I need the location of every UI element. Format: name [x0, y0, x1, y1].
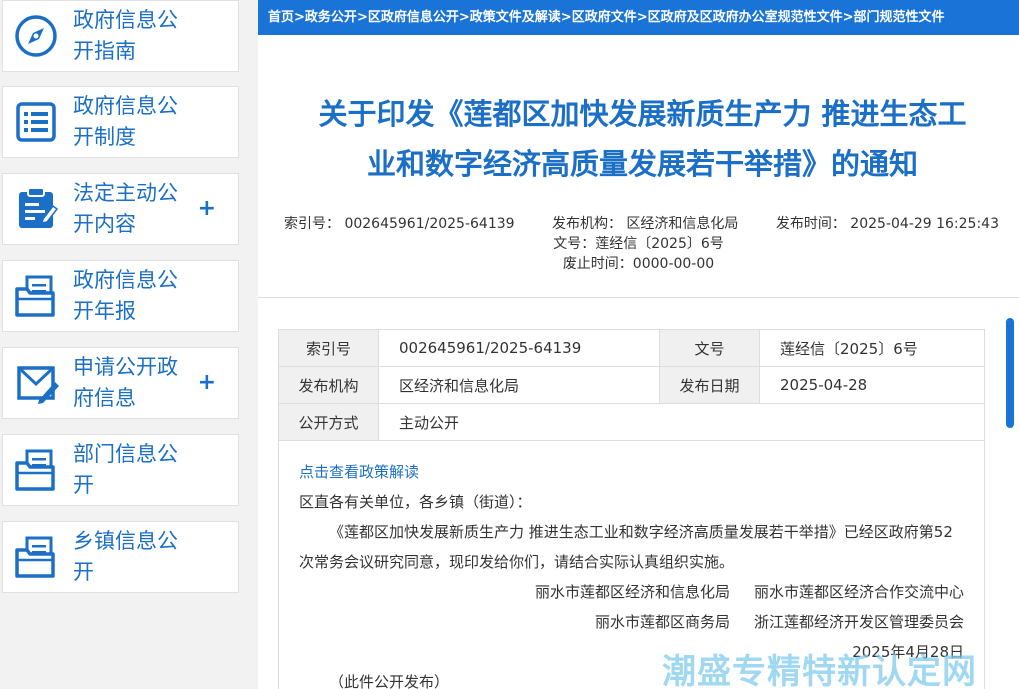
body-paragraph: 《莲都区加快发展新质生产力 推进生态工业和数字经济高质量发展若干举措》已经区政府… [299, 523, 953, 571]
index-value: 002645961/2025-64139 [377, 329, 661, 367]
sidebar-item-disclosure-system[interactable]: 政府信息公开制度 [2, 86, 239, 158]
clipboard-icon [13, 186, 59, 232]
compass-icon [13, 13, 59, 59]
sidebar-item-label: 政府信息公开指南 [73, 8, 178, 63]
sidebar-item-label: 政府信息公开制度 [73, 94, 178, 149]
title-line-2: 业和数字经济高质量发展若干举措》的通知 [366, 147, 918, 181]
breadcrumb-district-docs[interactable]: 区政府文件 [572, 10, 637, 25]
folder-document-icon [13, 534, 59, 580]
sidebar-item-label: 部门信息公开 [73, 442, 178, 497]
sidebar-item-label: 乡镇信息公开 [73, 529, 178, 584]
breadcrumb-separator: > [636, 10, 648, 25]
breadcrumb: 首页>政务公开>区政府信息公开>政策文件及解读>区政府文件>区政府及区政府办公室… [258, 0, 1019, 35]
expand-plus-icon[interactable]: + [198, 372, 216, 394]
sidebar-item-department-info[interactable]: 部门信息公开 [2, 434, 239, 506]
signature-row: 丽水市莲都区商务局 浙江莲都经济开发区管理委员会 [299, 607, 964, 637]
sidebar-item-label: 政府信息公开年报 [73, 268, 178, 323]
scrollbar-thumb[interactable] [1006, 318, 1014, 428]
list-document-icon [13, 99, 59, 145]
breadcrumb-dept-normative[interactable]: 部门规范性文件 [854, 10, 945, 25]
meta-expiry: 废止时间：0000-00-00 [562, 256, 715, 272]
folder-document-icon [13, 273, 59, 319]
info-table: 索引号 002645961/2025-64139 文号 莲经信〔2025〕6号 … [278, 329, 985, 441]
signature-econ-info-bureau: 丽水市莲都区经济和信息化局 [534, 583, 730, 601]
breadcrumb-separator: > [842, 10, 854, 25]
sidebar-item-label: 法定主动公开内容 [73, 181, 178, 236]
breadcrumb-home[interactable]: 首页 [268, 10, 294, 25]
envelope-pen-icon [13, 360, 59, 406]
method-value: 主动公开 [378, 403, 985, 441]
table-row: 索引号 002645961/2025-64139 文号 莲经信〔2025〕6号 [278, 329, 985, 367]
expand-plus-icon[interactable]: + [198, 198, 216, 220]
sidebar-item-statutory-content[interactable]: 法定主动公开内容 + [2, 173, 239, 245]
breadcrumb-separator: > [356, 10, 368, 25]
breadcrumb-policy-docs[interactable]: 政策文件及解读 [470, 10, 561, 25]
breadcrumb-gov-affairs[interactable]: 政务公开 [305, 10, 357, 25]
divider [258, 297, 1019, 298]
org-label: 发布机构 [278, 366, 379, 404]
signature-commerce-bureau: 丽水市莲都区商务局 [594, 613, 730, 631]
main-content: 首页>政务公开>区政府信息公开>政策文件及解读>区政府文件>区政府及区政府办公室… [258, 0, 1019, 689]
sidebar-item-apply-disclosure[interactable]: 申请公开政府信息 + [2, 347, 239, 419]
sidebar: 政府信息公开指南 政府信息公开制度 法定主动公开内容 + 政府信息公开年报 申请… [0, 0, 240, 689]
table-row: 公开方式 主动公开 [278, 403, 985, 441]
folder-document-icon [13, 447, 59, 493]
watermark: 潮盛专精特新认定网 [662, 652, 977, 689]
meta-publisher: 发布机构： 区经济和信息化局 [551, 216, 739, 232]
document-meta: 索引号： 002645961/2025-64139 发布机构： 区经济和信息化局… [258, 214, 1019, 274]
meta-publish-time: 发布时间： 2025-04-29 16:25:43 [775, 216, 999, 232]
breadcrumb-separator: > [294, 10, 305, 25]
method-label: 公开方式 [278, 403, 379, 441]
breadcrumb-separator: > [458, 10, 470, 25]
page-title: 关于印发《莲都区加快发展新质生产力 推进生态工 业和数字经济高质量发展若干举措》… [258, 89, 1019, 189]
docno-label: 文号 [659, 329, 761, 367]
signature-dev-zone-committee: 浙江莲都经济开发区管理委员会 [753, 613, 964, 631]
date-value: 2025-04-28 [759, 366, 985, 404]
sidebar-item-township-info[interactable]: 乡镇信息公开 [2, 521, 239, 593]
salutation: 区直各有关单位，各乡镇（街道）： [299, 493, 532, 511]
breadcrumb-normative-docs[interactable]: 区政府及区政府办公室规范性文件 [648, 10, 843, 25]
sidebar-item-disclosure-guide[interactable]: 政府信息公开指南 [2, 0, 239, 72]
meta-index-no: 索引号： 002645961/2025-64139 [284, 216, 515, 232]
scrollbar[interactable] [1005, 318, 1015, 689]
signature-row: 丽水市莲都区经济和信息化局 丽水市莲都区经济合作交流中心 [299, 577, 964, 607]
policy-interpretation-link[interactable]: 点击查看政策解读 [299, 457, 964, 487]
sidebar-item-annual-report[interactable]: 政府信息公开年报 [2, 260, 239, 332]
signature-econ-coop-center: 丽水市莲都区经济合作交流中心 [753, 583, 964, 601]
date-label: 发布日期 [659, 366, 761, 404]
title-line-1: 关于印发《莲都区加快发展新质生产力 推进生态工 [318, 97, 967, 131]
org-value: 区经济和信息化局 [377, 366, 661, 404]
breadcrumb-separator: > [560, 10, 572, 25]
meta-doc-no: 文号：莲经信〔2025〕6号 [553, 236, 724, 252]
docno-value: 莲经信〔2025〕6号 [759, 329, 985, 367]
sidebar-item-label: 申请公开政府信息 [73, 355, 178, 410]
table-row: 发布机构 区经济和信息化局 发布日期 2025-04-28 [278, 366, 985, 404]
index-label: 索引号 [278, 329, 379, 367]
breadcrumb-district-info[interactable]: 区政府信息公开 [368, 10, 459, 25]
